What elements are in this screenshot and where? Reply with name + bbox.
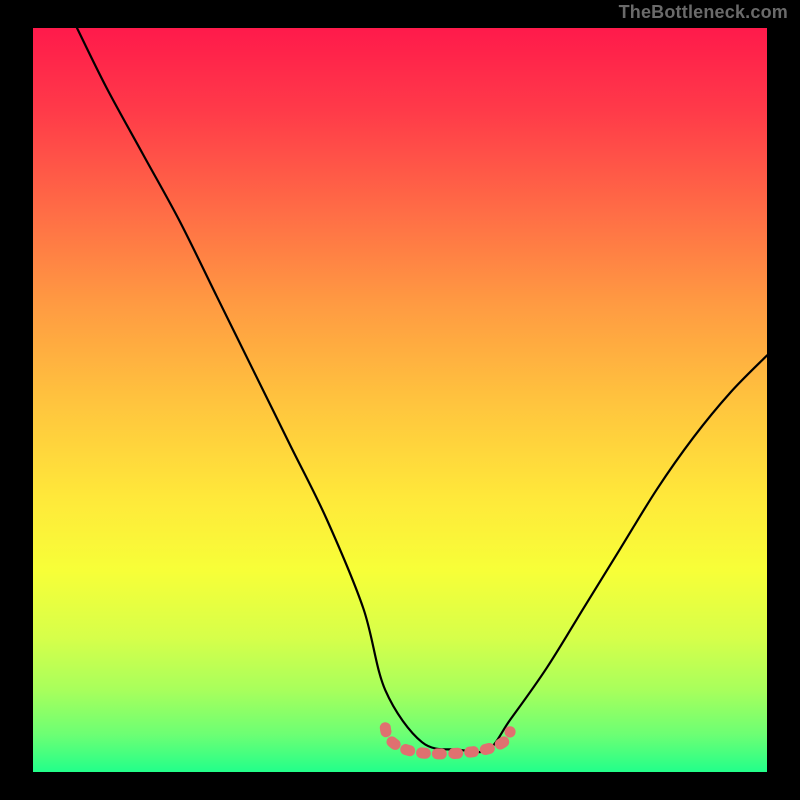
chart-svg: [33, 28, 767, 772]
plot-area: [33, 28, 767, 772]
watermark-text: TheBottleneck.com: [619, 2, 788, 23]
chart-frame: TheBottleneck.com: [0, 0, 800, 800]
bottleneck-curve: [77, 28, 767, 752]
